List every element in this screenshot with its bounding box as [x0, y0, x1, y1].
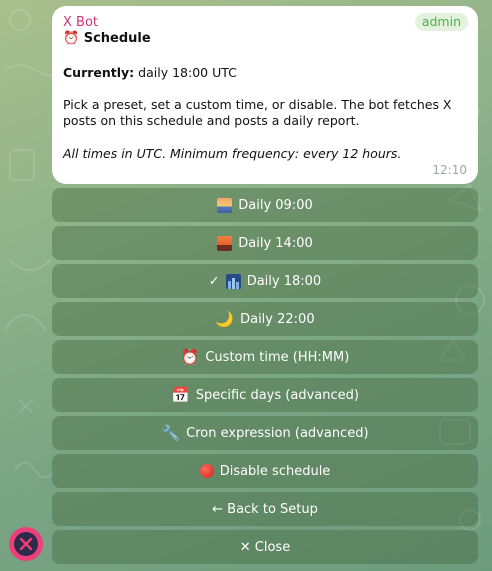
sunset-icon	[217, 235, 233, 251]
button-label: ✕ Close	[239, 539, 291, 555]
x-logo-icon	[14, 532, 38, 556]
alarm-clock-icon: ⏰	[63, 31, 80, 46]
bot-avatar[interactable]	[9, 527, 43, 561]
button-label: Cron expression (advanced)	[186, 425, 369, 441]
alarm-clock-icon: ⏰	[180, 348, 200, 366]
message-time: 12:10	[432, 163, 467, 177]
daily-1800-button[interactable]: ✓ Daily 18:00	[52, 264, 478, 298]
button-label: ← Back to Setup	[212, 501, 318, 517]
button-label: Custom time (HH:MM)	[205, 349, 350, 365]
bot-message: X Bot admin ⏰ Schedule Currently: daily …	[52, 6, 478, 184]
selected-check-icon: ✓	[208, 273, 220, 289]
button-label: Specific days (advanced)	[195, 387, 359, 403]
disable-schedule-button[interactable]: Disable schedule	[52, 454, 478, 488]
currently-label: Currently:	[63, 65, 135, 80]
description-text: Pick a preset, set a custom time, or dis…	[63, 97, 452, 128]
wrench-icon: 🔧	[161, 424, 181, 442]
crescent-moon-icon: 🌙	[215, 310, 235, 328]
message-title: ⏰ Schedule	[63, 31, 467, 49]
red-circle-icon	[199, 464, 214, 478]
daily-1400-button[interactable]: Daily 14:00	[52, 226, 478, 260]
button-label: Daily 18:00	[246, 273, 322, 289]
back-to-setup-button[interactable]: ← Back to Setup	[52, 492, 478, 526]
sender-name: X Bot	[63, 15, 99, 30]
sunrise-icon	[217, 197, 233, 213]
admin-badge: admin	[414, 13, 468, 31]
button-label: Daily 09:00	[238, 197, 313, 213]
daily-2200-button[interactable]: 🌙 Daily 22:00	[52, 302, 478, 336]
current-schedule: Currently: daily 18:00 UTC	[63, 65, 467, 81]
daily-0900-button[interactable]: Daily 09:00	[52, 188, 478, 222]
button-label: Daily 14:00	[238, 235, 313, 251]
night-city-icon	[225, 273, 241, 289]
calendar-icon: 📅	[171, 386, 190, 404]
cron-expression-button[interactable]: 🔧 Cron expression (advanced)	[52, 416, 478, 450]
custom-time-button[interactable]: ⏰ Custom time (HH:MM)	[52, 340, 478, 374]
button-label: Disable schedule	[219, 463, 331, 479]
button-label: Daily 22:00	[240, 311, 315, 327]
specific-days-button[interactable]: 📅 Specific days (advanced)	[52, 378, 478, 412]
title-text: Schedule	[83, 31, 151, 46]
close-button[interactable]: ✕ Close	[52, 530, 478, 564]
note-text: All times in UTC. Minimum frequency: eve…	[63, 146, 402, 161]
currently-value: daily 18:00 UTC	[134, 65, 237, 80]
